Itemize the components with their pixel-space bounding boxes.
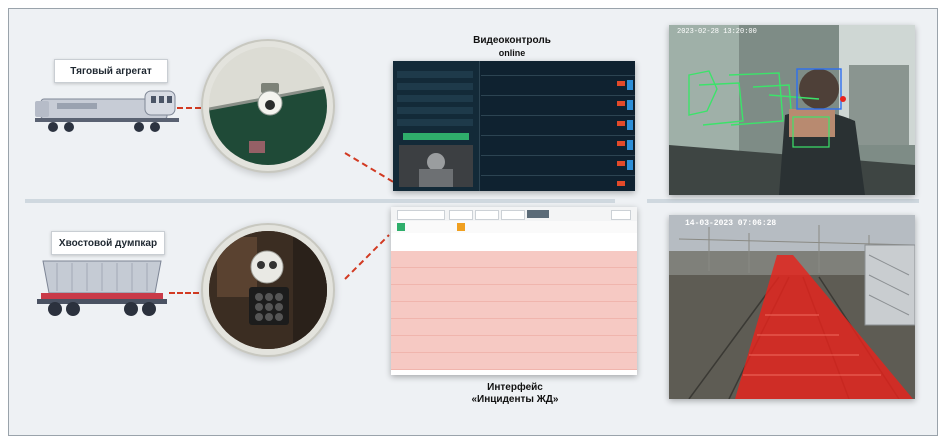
locomotive-illustration: [35, 90, 179, 132]
incidents-table-body: [391, 251, 637, 375]
list-item[interactable]: [481, 157, 635, 176]
video-panel-sidebar: [393, 61, 480, 191]
tail-dumpcar-text: Хвостовой думпкар: [58, 237, 158, 249]
table-row[interactable]: [391, 302, 637, 319]
list-item[interactable]: [481, 77, 635, 96]
incidents-caption: Интерфейс «Инциденты ЖД»: [455, 382, 575, 406]
table-row[interactable]: [391, 268, 637, 285]
incidents-panel: [391, 207, 637, 375]
incidents-subtitle: «Инциденты ЖД»: [471, 394, 559, 405]
traction-unit-label: Тяговый агрегат: [54, 59, 168, 83]
table-row[interactable]: [391, 319, 637, 336]
video-control-title: Видеоконтроль: [473, 35, 551, 46]
video-control-caption: Видеоконтроль online: [457, 35, 567, 59]
table-row[interactable]: [391, 336, 637, 353]
tail-dumpcar-label: Хвостовой думпкар: [51, 231, 165, 255]
separator-band: [647, 199, 919, 203]
video-panel-list: [481, 61, 635, 191]
list-header: [481, 61, 635, 76]
video-control-panel: [393, 61, 635, 191]
toolbar-search[interactable]: [397, 210, 445, 220]
diagram-frame: Тяговый агрегат Хвостовой думпкар Видеок…: [8, 8, 938, 436]
sidebar-field: [397, 107, 473, 114]
track-photo-timestamp: 14-03-2023 07:06:28: [685, 219, 777, 228]
sidebar-field: [397, 71, 473, 78]
list-item[interactable]: [481, 117, 635, 136]
video-control-subtitle: online: [498, 48, 526, 58]
toolbar-tab-active[interactable]: [527, 210, 549, 218]
sidebar-apply-button[interactable]: [403, 133, 469, 140]
traction-unit-text: Тяговый агрегат: [70, 65, 152, 77]
list-item[interactable]: [481, 177, 635, 191]
table-row[interactable]: [391, 285, 637, 302]
track-detection-photo: 14-03-2023 07:06:28: [669, 215, 915, 399]
connector-line: [177, 107, 201, 109]
connector-line: [169, 292, 199, 294]
filter-chip-green[interactable]: [397, 223, 405, 231]
toolbar-button[interactable]: [611, 210, 631, 220]
incidents-table-header: [391, 233, 637, 252]
list-item[interactable]: [481, 97, 635, 116]
dumpcar-illustration: [37, 260, 167, 316]
toolbar-tab[interactable]: [449, 210, 473, 220]
cab-detection-photo: 2023-02-28 13:20:00: [669, 25, 915, 195]
video-preview: [399, 145, 473, 187]
table-row[interactable]: [391, 353, 637, 370]
incidents-toolbar: [391, 207, 637, 222]
sidebar-field: [397, 83, 473, 90]
table-row[interactable]: [391, 251, 637, 268]
toolbar-tab[interactable]: [475, 210, 499, 220]
sidebar-field: [397, 95, 473, 102]
toolbar-tab[interactable]: [501, 210, 525, 220]
filter-chip-orange[interactable]: [457, 223, 465, 231]
incidents-title: Интерфейс: [487, 382, 543, 393]
list-item[interactable]: [481, 137, 635, 156]
sidebar-field: [397, 119, 473, 126]
cab-photo-timestamp: 2023-02-28 13:20:00: [677, 28, 757, 36]
